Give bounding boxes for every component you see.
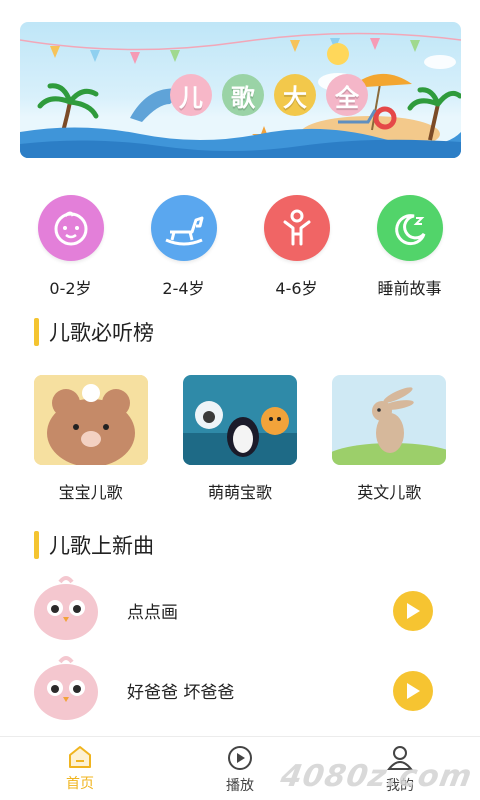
section-new-songs-header: 儿歌上新曲: [34, 531, 154, 559]
child-icon: [263, 195, 330, 261]
banner-title-char: 全: [326, 74, 368, 116]
banner-title-char: 儿: [170, 74, 212, 116]
song-title: 好爸爸 坏爸爸: [127, 683, 235, 703]
play-circle-icon: [228, 746, 252, 770]
album-label: 萌萌宝歌: [207, 483, 272, 502]
category-0-2[interactable]: 0-2岁: [26, 195, 116, 299]
song-thumbnail: [30, 652, 102, 726]
category-label: 2-4岁: [162, 279, 205, 298]
album-row: 宝宝儿歌 萌萌宝歌 英文儿歌: [0, 375, 480, 503]
play-icon: [407, 683, 420, 699]
section-title: 儿歌上新曲: [49, 534, 154, 558]
moon-sleep-icon: [376, 195, 443, 261]
rocking-horse-icon: [150, 195, 217, 261]
watermark: 4080z.com: [277, 759, 476, 794]
banner-title-char: 大: [274, 74, 316, 116]
section-accent-bar: [34, 531, 39, 559]
nav-label: 首页: [66, 776, 94, 792]
album-label: 宝宝儿歌: [58, 483, 123, 502]
top-banner[interactable]: 儿 歌 大 全: [20, 22, 461, 158]
home-icon: [69, 746, 91, 768]
song-thumbnail: [30, 572, 102, 646]
category-label: 4-6岁: [275, 279, 318, 298]
category-bedtime-story[interactable]: 睡前故事: [365, 195, 455, 299]
album-card[interactable]: 英文儿歌: [329, 375, 449, 503]
play-button[interactable]: [393, 591, 433, 631]
song-row[interactable]: 好爸爸 坏爸爸: [0, 652, 480, 726]
album-card[interactable]: 萌萌宝歌: [180, 375, 300, 503]
song-row[interactable]: 点点画: [0, 572, 480, 646]
age-category-row: 0-2岁 2-4岁 4-6岁 睡前故事: [0, 195, 480, 299]
nav-label: 播放: [226, 778, 254, 794]
bunny-cover-image: [332, 375, 447, 465]
octonauts-cover-image: [182, 375, 297, 465]
category-2-4[interactable]: 2-4岁: [139, 195, 229, 299]
song-title: 点点画: [127, 603, 178, 623]
section-title: 儿歌必听榜: [49, 321, 154, 345]
bear-cover-image: [33, 375, 148, 465]
play-icon: [407, 603, 420, 619]
album-label: 英文儿歌: [357, 483, 422, 502]
banner-title: 儿 歌 大 全: [170, 74, 368, 116]
category-4-6[interactable]: 4-6岁: [252, 195, 342, 299]
nav-home[interactable]: 首页: [25, 737, 135, 800]
banner-title-char: 歌: [222, 74, 264, 116]
section-accent-bar: [34, 318, 39, 346]
album-card[interactable]: 宝宝儿歌: [31, 375, 151, 503]
section-must-listen-header: 儿歌必听榜: [34, 318, 154, 346]
play-button[interactable]: [393, 671, 433, 711]
category-label: 睡前故事: [377, 279, 442, 298]
baby-face-icon: [37, 195, 104, 261]
category-label: 0-2岁: [49, 279, 92, 298]
